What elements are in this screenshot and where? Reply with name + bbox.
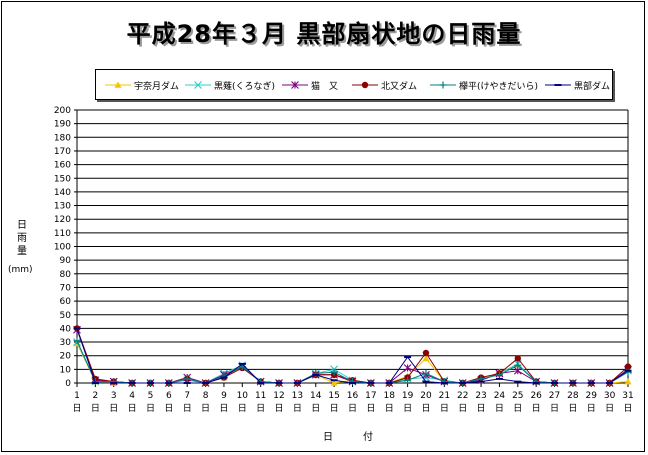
y-tick-label: 170 [54,147,71,157]
x-tick-label: 26 [530,391,542,401]
x-tick-label: 3 [111,391,117,401]
data-point [73,337,81,345]
x-tick-suffix: 日 [91,403,100,414]
y-tick-label: 200 [54,106,71,116]
x-tick-suffix: 日 [275,403,284,414]
y-tick-label: 180 [54,133,71,143]
x-tick-label: 20 [420,391,432,401]
x-tick-label: 10 [237,391,249,401]
x-tick-suffix: 日 [164,403,173,414]
line-chart: 0102030405060708090100110120130140150160… [54,106,634,414]
x-tick-suffix: 日 [366,403,375,414]
series-line [76,340,629,384]
marker-shape [73,337,81,345]
x-tick-suffix: 日 [293,403,302,414]
x-tick-label: 1 [74,391,80,401]
y-tick-label: 140 [54,188,71,198]
x-tick-label: 17 [365,391,376,401]
x-tick-label: 2 [92,391,98,401]
x-tick-label: 11 [255,391,266,401]
x-tick-label: 7 [184,391,190,401]
y-tick-label: 150 [54,174,71,184]
y-tick-label: 80 [60,270,72,280]
x-tick-suffix: 日 [477,403,486,414]
series-line [76,329,629,384]
x-tick-label: 16 [347,391,359,401]
y-tick-label: 10 [60,365,72,375]
x-tick-suffix: 日 [605,403,614,414]
x-tick-suffix: 日 [587,403,596,414]
marker-shape [183,375,191,383]
x-tick-label: 8 [203,391,209,401]
x-tick-suffix: 日 [311,403,320,414]
x-tick-label: 25 [512,391,523,401]
y-tick-label: 100 [54,243,71,253]
x-tick-label: 13 [292,391,303,401]
marker-shape [514,355,521,362]
x-tick-suffix: 日 [72,403,81,414]
x-tick-suffix: 日 [495,403,504,414]
x-tick-suffix: 日 [146,403,155,414]
x-tick-suffix: 日 [421,403,430,414]
x-tick-suffix: 日 [458,403,467,414]
x-tick-label: 29 [586,391,598,401]
y-tick-label: 70 [60,283,72,293]
x-tick-label: 4 [129,391,135,401]
data-point [624,378,632,385]
x-tick-label: 15 [328,391,339,401]
marker-shape [624,378,632,385]
x-tick-suffix: 日 [201,403,210,414]
x-tick-suffix: 日 [532,403,541,414]
x-tick-label: 23 [475,391,486,401]
x-tick-label: 5 [148,391,154,401]
x-tick-suffix: 日 [623,403,632,414]
x-tick-suffix: 日 [550,403,559,414]
x-tick-label: 12 [273,391,284,401]
y-tick-label: 120 [54,215,71,225]
data-point [183,375,191,383]
y-tick-label: 40 [60,324,72,334]
x-tick-label: 6 [166,391,172,401]
x-tick-suffix: 日 [403,403,412,414]
y-tick-label: 20 [60,352,72,362]
x-tick-suffix: 日 [348,403,357,414]
x-tick-label: 21 [439,391,450,401]
y-tick-label: 60 [60,297,72,307]
y-tick-label: 90 [60,256,72,266]
y-tick-label: 0 [65,379,71,389]
x-tick-suffix: 日 [109,403,118,414]
x-tick-label: 9 [221,391,227,401]
data-point [403,364,412,372]
x-tick-suffix: 日 [238,403,247,414]
x-tick-label: 24 [494,391,506,401]
y-tick-label: 130 [54,202,71,212]
x-tick-suffix: 日 [513,403,522,414]
y-tick-label: 110 [54,229,71,239]
x-tick-suffix: 日 [385,403,394,414]
y-tick-label: 30 [60,338,72,348]
x-tick-suffix: 日 [183,403,192,414]
x-tick-label: 27 [549,391,560,401]
x-tick-suffix: 日 [568,403,577,414]
x-tick-label: 19 [402,391,414,401]
x-tick-label: 18 [384,391,396,401]
marker-shape [422,349,430,357]
y-tick-label: 50 [60,311,72,321]
x-tick-label: 22 [457,391,468,401]
data-point [422,349,430,357]
x-tick-suffix: 日 [440,403,449,414]
y-tick-label: 160 [54,161,71,171]
x-tick-label: 14 [310,391,322,401]
marker-shape [403,364,412,372]
x-tick-suffix: 日 [128,403,137,414]
x-tick-label: 31 [622,391,633,401]
x-tick-suffix: 日 [219,403,228,414]
x-tick-suffix: 日 [256,403,265,414]
x-tick-label: 30 [604,391,616,401]
data-point [514,355,521,362]
x-tick-label: 28 [567,391,579,401]
x-tick-suffix: 日 [330,403,339,414]
y-tick-label: 190 [54,120,71,130]
